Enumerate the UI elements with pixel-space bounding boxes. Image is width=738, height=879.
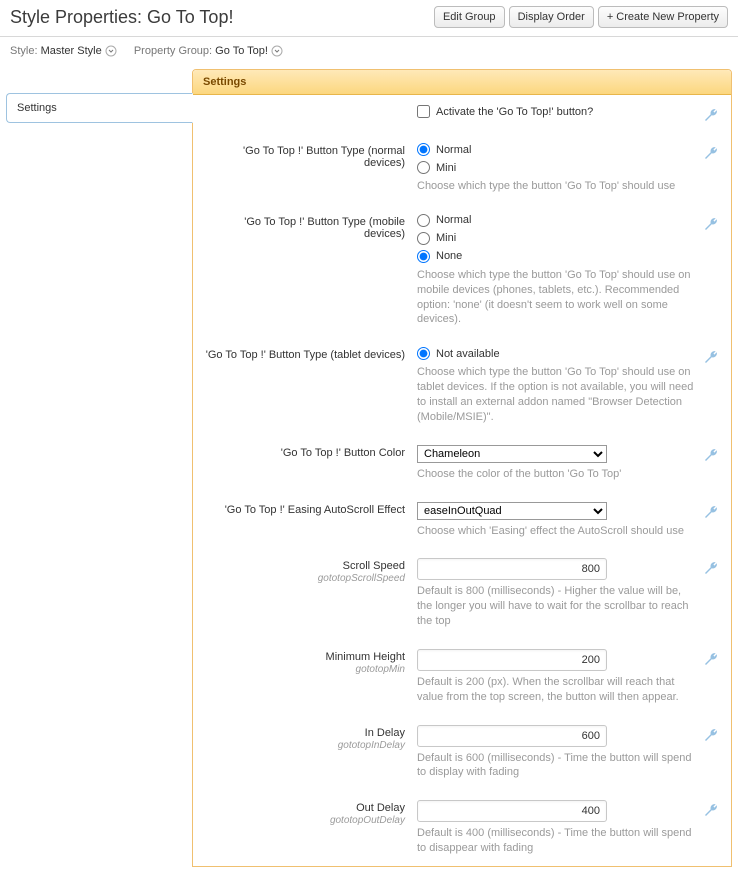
speed-input[interactable] <box>417 558 607 580</box>
mobile-type-none[interactable]: None <box>417 250 695 263</box>
color-label: 'Go To Top !' Button Color <box>193 445 417 459</box>
breadcrumb: Style: Master Style Property Group: Go T… <box>0 37 738 69</box>
hint-text: Choose which type the button 'Go To Top'… <box>417 268 695 327</box>
wrench-icon[interactable] <box>703 651 719 670</box>
outdelay-input[interactable] <box>417 800 607 822</box>
easing-label: 'Go To Top !' Easing AutoScroll Effect <box>193 502 417 516</box>
tab-settings[interactable]: Settings <box>6 93 193 123</box>
speed-label: Scroll Speed <box>343 560 405 572</box>
wrench-icon[interactable] <box>703 145 719 164</box>
style-value[interactable]: Master Style <box>41 45 120 57</box>
wrench-icon[interactable] <box>703 727 719 746</box>
normal-type-normal[interactable]: Normal <box>417 143 695 156</box>
normal-type-mini[interactable]: Mini <box>417 161 695 174</box>
minh-input[interactable] <box>417 649 607 671</box>
display-order-button[interactable]: Display Order <box>509 6 594 28</box>
edit-group-button[interactable]: Edit Group <box>434 6 505 28</box>
hint-text: Default is 800 (milliseconds) - Higher t… <box>417 584 695 629</box>
indelay-tech: gototopInDelay <box>201 740 405 751</box>
mobile-type-label: 'Go To Top !' Button Type (mobile device… <box>193 214 417 240</box>
hint-text: Default is 400 (milliseconds) - Time the… <box>417 826 695 856</box>
hint-text: Default is 600 (milliseconds) - Time the… <box>417 751 695 781</box>
minh-tech: gototopMin <box>201 664 405 675</box>
page-title: Style Properties: Go To Top! <box>10 7 430 28</box>
wrench-icon[interactable] <box>703 560 719 579</box>
normal-type-label: 'Go To Top !' Button Type (normal device… <box>193 143 417 169</box>
wrench-icon[interactable] <box>703 447 719 466</box>
wrench-icon[interactable] <box>703 349 719 368</box>
indelay-input[interactable] <box>417 725 607 747</box>
mobile-type-normal[interactable]: Normal <box>417 214 695 227</box>
easing-select[interactable]: easeInOutQuad <box>417 502 607 520</box>
panel-title: Settings <box>193 70 731 95</box>
wrench-icon[interactable] <box>703 107 719 126</box>
tablet-type-na[interactable]: Not available <box>417 347 695 360</box>
mobile-type-mini[interactable]: Mini <box>417 232 695 245</box>
hint-text: Default is 200 (px). When the scrollbar … <box>417 675 695 705</box>
group-label: Property Group: <box>134 45 212 57</box>
chevron-down-icon <box>105 45 117 57</box>
indelay-label: In Delay <box>365 727 405 739</box>
chevron-down-icon <box>271 45 283 57</box>
activate-checkbox[interactable] <box>417 105 430 118</box>
wrench-icon[interactable] <box>703 504 719 523</box>
color-select[interactable]: Chameleon <box>417 445 607 463</box>
hint-text: Choose which 'Easing' effect the AutoScr… <box>417 524 695 539</box>
hint-text: Choose which type the button 'Go To Top'… <box>417 365 695 424</box>
wrench-icon[interactable] <box>703 802 719 821</box>
hint-text: Choose the color of the button 'Go To To… <box>417 467 695 482</box>
speed-tech: gototopScrollSpeed <box>201 573 405 584</box>
activate-checkbox-row[interactable]: Activate the 'Go To Top!' button? <box>417 105 695 118</box>
hint-text: Choose which type the button 'Go To Top'… <box>417 179 695 194</box>
create-property-button[interactable]: + Create New Property <box>598 6 728 28</box>
outdelay-label: Out Delay <box>356 802 405 814</box>
outdelay-tech: gototopOutDelay <box>201 815 405 826</box>
activate-label: Activate the 'Go To Top!' button? <box>436 106 593 118</box>
tablet-type-label: 'Go To Top !' Button Type (tablet device… <box>193 347 417 361</box>
minh-label: Minimum Height <box>326 651 405 663</box>
wrench-icon[interactable] <box>703 216 719 235</box>
group-value[interactable]: Go To Top! <box>215 45 283 57</box>
style-label: Style: <box>10 45 38 57</box>
